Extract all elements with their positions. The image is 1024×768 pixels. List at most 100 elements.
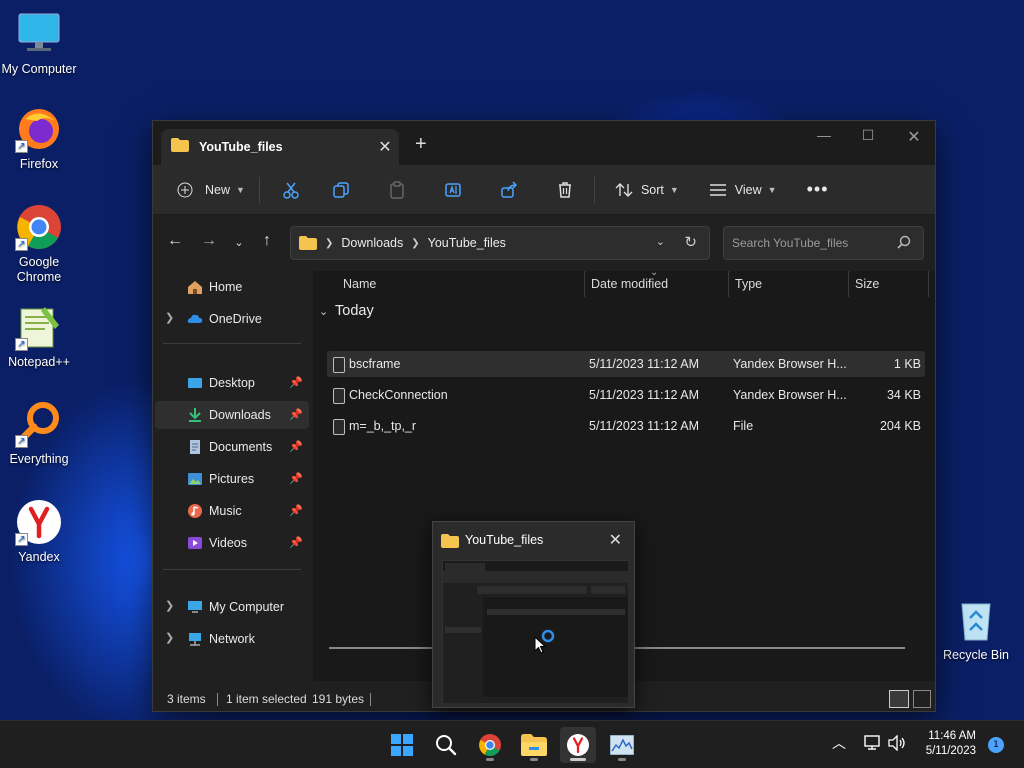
chevron-right-icon[interactable]: ❯ — [165, 599, 174, 612]
close-window-button[interactable]: ✕ — [891, 127, 937, 147]
command-bar: New ▼ Sort ▼ View ▼ ••• — [153, 165, 935, 215]
table-row[interactable]: m=_b,_tp,_r 5/11/2023 11:12 AM File 204 KB — [327, 413, 925, 439]
sidebar-item-my-computer[interactable]: ❯ My Computer — [155, 593, 309, 621]
recycle-bin-icon — [952, 596, 1000, 644]
maximize-button[interactable]: ☐ — [845, 127, 891, 144]
sidebar-item-videos[interactable]: Videos 📌 — [155, 529, 309, 557]
desktop-icon-my-computer[interactable]: My Computer — [0, 10, 78, 77]
address-dropdown-icon[interactable]: ⌄ — [656, 235, 665, 248]
taskbar-chrome[interactable] — [472, 727, 508, 763]
recent-locations-button[interactable]: ⌄ — [227, 236, 251, 260]
paste-button[interactable] — [382, 174, 412, 206]
table-row[interactable]: bscframe 5/11/2023 11:12 AM Yandex Browser… — [327, 351, 925, 377]
system-clock[interactable]: 11:46 AM 5/11/2023 — [926, 729, 976, 759]
show-hidden-icons-button[interactable]: ︿ — [832, 733, 846, 753]
folder-icon — [521, 734, 547, 756]
desktop-icon-yandex[interactable]: ↗ Yandex — [0, 498, 78, 565]
column-divider[interactable] — [848, 271, 849, 297]
taskbar-resource-monitor[interactable] — [604, 727, 640, 763]
file-date-modified: 5/11/2023 11:12 AM — [589, 388, 700, 402]
status-divider — [217, 693, 218, 706]
toolbar-divider — [258, 176, 260, 203]
sidebar-item-downloads[interactable]: Downloads 📌 — [155, 401, 309, 429]
chevron-right-icon: ❯ — [411, 237, 420, 249]
desktop-icon-everything[interactable]: ↗ Everything — [0, 400, 78, 467]
new-tab-button[interactable]: + — [415, 133, 427, 156]
sidebar-item-music[interactable]: Music 📌 — [155, 497, 309, 525]
column-divider[interactable] — [728, 271, 729, 297]
network-status-icon[interactable] — [864, 735, 882, 755]
sidebar-item-desktop[interactable]: Desktop 📌 — [155, 369, 309, 397]
home-icon — [187, 279, 203, 295]
file-name: CheckConnection — [349, 388, 448, 402]
chevron-right-icon[interactable]: ❯ — [165, 311, 174, 324]
desktop-icon-chrome[interactable]: ↗ Google Chrome — [0, 203, 78, 285]
document-icon — [187, 439, 203, 455]
plus-circle-icon — [177, 182, 193, 197]
file-date-modified: 5/11/2023 11:12 AM — [589, 357, 700, 371]
minimize-button[interactable]: — — [801, 127, 847, 143]
preview-thumbnail[interactable] — [442, 560, 628, 703]
desktop-icon-firefox[interactable]: ↗ Firefox — [0, 105, 78, 172]
taskbar-file-explorer[interactable] — [516, 727, 552, 763]
share-button[interactable] — [494, 174, 524, 206]
sidebar-item-pictures[interactable]: Pictures 📌 — [155, 465, 309, 493]
up-button[interactable]: ↑ — [255, 232, 279, 256]
volume-icon[interactable] — [888, 734, 906, 755]
taskbar-search-button[interactable] — [428, 727, 464, 763]
back-button[interactable]: ← — [163, 232, 187, 256]
taskbar: ︿ 11:46 AM 5/11/2023 1 — [0, 720, 1024, 768]
address-bar[interactable]: ❯ Downloads ❯ YouTube_files ⌄ ↻ — [290, 226, 710, 260]
column-divider[interactable] — [584, 271, 585, 297]
tab-close-icon[interactable]: ✕ — [371, 137, 399, 157]
column-divider[interactable] — [928, 271, 929, 297]
breadcrumb-downloads[interactable]: Downloads — [341, 236, 403, 250]
group-collapse-icon[interactable]: ⌄ — [319, 305, 328, 318]
forward-button[interactable]: → — [197, 232, 221, 256]
view-button[interactable]: View ▼ — [703, 174, 783, 206]
file-name: bscframe — [349, 357, 401, 371]
rename-button[interactable] — [438, 174, 468, 206]
preview-close-icon[interactable]: ✕ — [609, 530, 622, 549]
tab-title: YouTube_files — [199, 140, 283, 154]
notepad-plus-plus-icon: ↗ — [15, 303, 63, 351]
breadcrumb-youtube-files[interactable]: YouTube_files — [428, 236, 506, 250]
start-button[interactable] — [384, 727, 420, 763]
desktop-icon-notepadpp[interactable]: ↗ Notepad++ — [0, 303, 78, 370]
refresh-icon[interactable]: ↻ — [684, 233, 697, 251]
sidebar-item-home[interactable]: Home — [155, 273, 309, 301]
more-options-button[interactable]: ••• — [801, 174, 835, 206]
status-item-count: 3 items — [167, 692, 206, 706]
new-button[interactable]: New ▼ — [171, 174, 251, 206]
sidebar-item-onedrive[interactable]: ❯ OneDrive — [155, 305, 309, 333]
sort-button[interactable]: Sort ▼ — [609, 174, 685, 206]
notification-badge[interactable]: 1 — [988, 737, 1004, 753]
column-header-type[interactable]: Type — [735, 271, 762, 297]
sidebar-item-documents[interactable]: Documents 📌 — [155, 433, 309, 461]
taskbar-yandex[interactable] — [560, 727, 596, 763]
scissors-icon — [283, 182, 299, 199]
file-type: File — [733, 419, 754, 433]
taskbar-window-preview[interactable]: YouTube_files ✕ — [432, 521, 635, 708]
table-row[interactable]: CheckConnection 5/11/2023 11:12 AM Yandex … — [327, 382, 925, 408]
delete-button[interactable] — [550, 174, 580, 206]
status-size: 191 bytes — [312, 692, 365, 706]
file-date-modified: 5/11/2023 11:12 AM — [589, 419, 700, 433]
desktop-icon-recycle-bin[interactable]: Recycle Bin — [936, 596, 1016, 663]
sidebar-item-network[interactable]: ❯ Network — [155, 625, 309, 653]
search-box[interactable] — [723, 226, 924, 260]
group-header-today[interactable]: Today — [335, 303, 374, 319]
details-view-icon[interactable] — [889, 690, 909, 708]
column-header-size[interactable]: Size — [855, 271, 879, 297]
yandex-icon — [567, 734, 589, 756]
cut-button[interactable] — [276, 174, 306, 206]
file-size: 1 KB — [893, 357, 921, 371]
tab-youtube-files[interactable]: YouTube_files ✕ — [161, 129, 399, 165]
title-bar[interactable]: YouTube_files ✕ + — ☐ ✕ — [153, 121, 935, 165]
column-header-name[interactable]: Name — [343, 271, 376, 297]
copy-button[interactable] — [326, 174, 356, 206]
search-input[interactable] — [732, 236, 892, 250]
status-divider — [370, 693, 371, 706]
large-icons-view-icon[interactable] — [913, 690, 931, 708]
chevron-right-icon[interactable]: ❯ — [165, 631, 174, 644]
